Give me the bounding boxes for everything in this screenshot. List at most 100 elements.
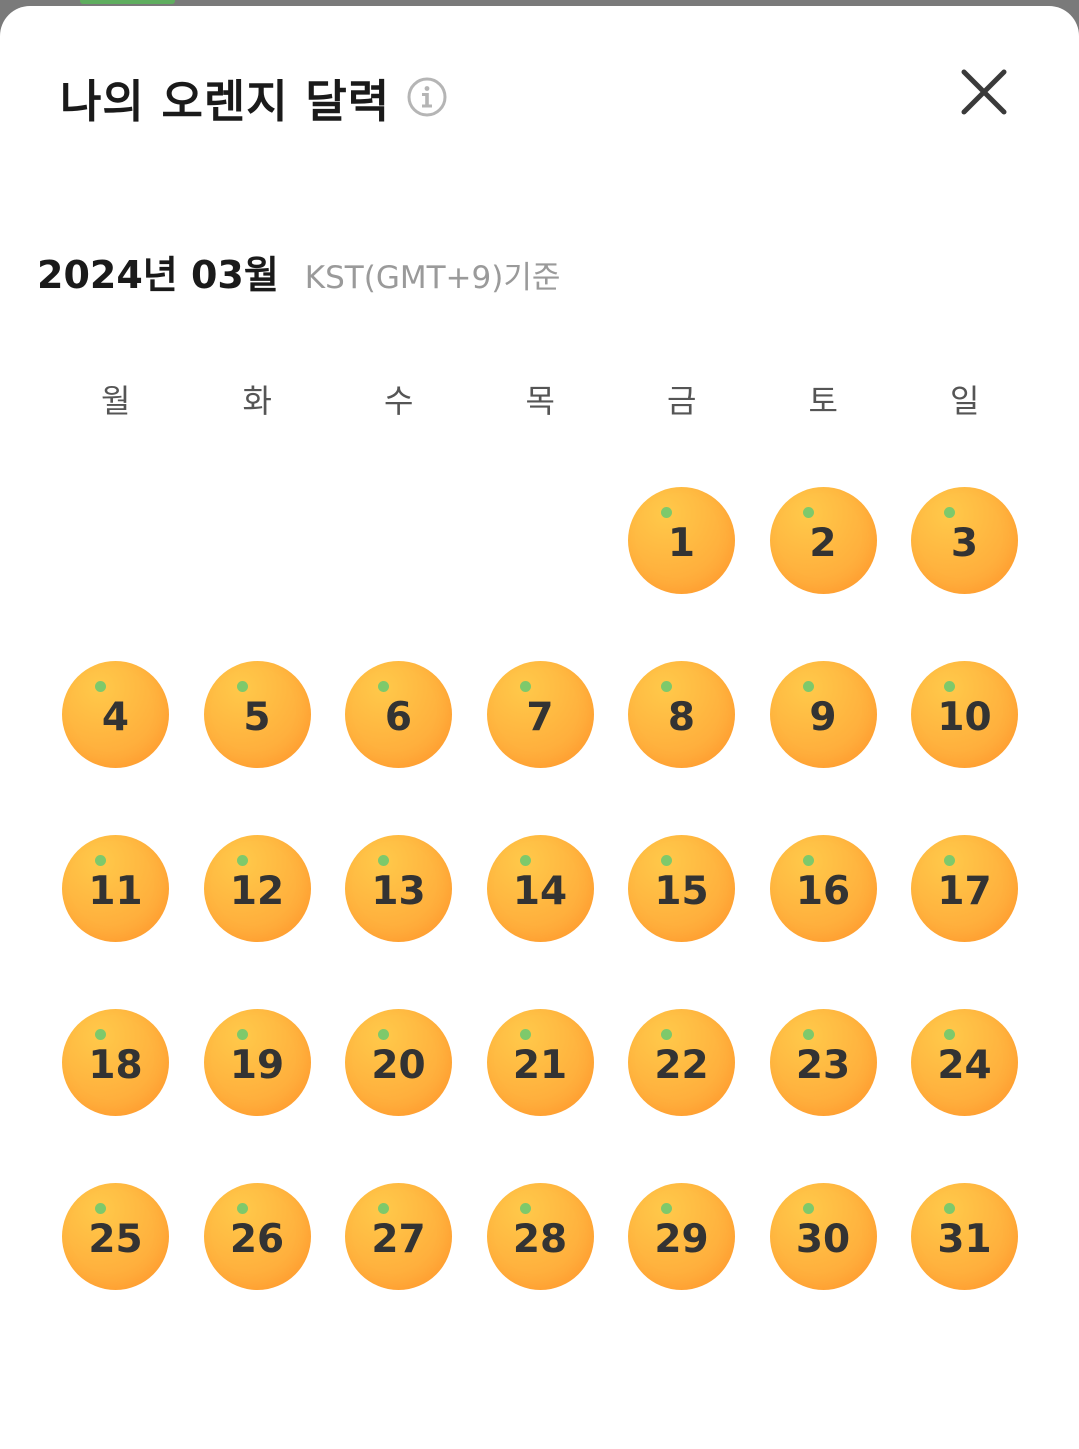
day-number: 10 [937,695,992,740]
leaf-dot-icon [378,1203,389,1214]
day-number: 26 [229,1217,285,1262]
leaf-dot-icon [236,681,248,692]
calendar-day-cell: 21 [470,1008,612,1182]
day-number: 1 [667,521,696,566]
orange-icon[interactable]: 6 [345,661,452,768]
weekday-thu: 목 [525,382,555,420]
leaf-dot-icon [944,681,955,692]
calendar-day-cell: 22 [611,1008,753,1182]
orange-icon[interactable]: 26 [203,1183,311,1290]
calendar-day-cell: 11 [45,834,187,1008]
day-number: 5 [243,695,271,740]
weekday-fri: 금 [667,382,697,420]
orange-icon[interactable]: 19 [203,1009,311,1116]
orange-icon[interactable]: 30 [769,1183,877,1290]
calendar-day-cell: 5 [187,660,329,834]
calendar-day-cell: 30 [753,1182,895,1356]
calendar-day-cell: 24 [894,1008,1036,1182]
leaf-dot-icon [519,1203,531,1214]
day-number: 31 [937,1217,992,1262]
orange-icon[interactable]: 14 [486,835,594,942]
weekday-wed: 수 [384,382,414,420]
orange-icon[interactable]: 1 [628,487,735,594]
leaf-dot-icon [236,855,248,866]
leaf-dot-icon [519,681,531,692]
day-number: 4 [101,695,130,740]
orange-icon[interactable]: 29 [628,1183,735,1290]
orange-icon[interactable]: 17 [911,835,1018,942]
orange-icon[interactable]: 8 [628,661,735,768]
orange-icon[interactable]: 2 [769,487,877,594]
leaf-dot-icon [236,1029,248,1040]
leaf-dot-icon [378,855,389,866]
day-number: 9 [809,695,837,740]
weekday-sat: 토 [808,382,838,420]
orange-icon[interactable]: 15 [628,835,735,942]
calendar-day-cell: 13 [328,834,470,1008]
leaf-dot-icon [944,507,955,518]
close-x-icon[interactable] [954,62,1014,122]
day-number: 21 [512,1043,568,1088]
day-number: 14 [512,869,568,914]
orange-icon[interactable]: 5 [203,661,311,768]
day-number: 2 [809,521,837,566]
calendar-day-cell: 29 [611,1182,753,1356]
day-number: 25 [88,1217,143,1262]
day-number: 29 [654,1217,709,1262]
orange-icon[interactable]: 10 [911,661,1018,768]
orange-icon[interactable]: 20 [345,1009,452,1116]
calendar-day-cell: 3 [894,486,1036,660]
orange-icon[interactable]: 23 [769,1009,877,1116]
leaf-dot-icon [378,681,389,692]
orange-icon[interactable]: 25 [62,1183,169,1290]
month-label: 2024년 03월 [37,253,279,297]
page-title: 나의 오렌지 달력 [60,74,391,128]
day-number: 7 [526,695,554,740]
day-number: 22 [654,1043,709,1088]
leaf-dot-icon [802,1029,814,1040]
calendar-day-cell: 7 [470,660,612,834]
leaf-dot-icon [944,855,955,866]
orange-icon[interactable]: 28 [486,1183,594,1290]
orange-icon[interactable]: 12 [203,835,311,942]
day-number: 27 [371,1217,426,1262]
day-number: 16 [795,869,851,914]
orange-icon[interactable]: 11 [62,835,169,942]
leaf-dot-icon [95,681,106,692]
day-number: 17 [937,869,992,914]
calendar-day-cell: 1 [611,486,753,660]
leaf-dot-icon [944,1029,955,1040]
day-number: 8 [667,695,696,740]
day-number: 30 [795,1217,851,1262]
leaf-dot-icon [519,1029,531,1040]
info-circle-icon[interactable] [406,76,448,118]
calendar-day-cell: 14 [470,834,612,1008]
orange-icon[interactable]: 4 [62,661,169,768]
orange-icon[interactable]: 21 [486,1009,594,1116]
calendar-day-cell: 6 [328,660,470,834]
orange-calendar-sheet: 나의 오렌지 달력 2024년 03월 KST(GMT+9)기준 월 화 수 목… [0,6,1079,1449]
leaf-dot-icon [802,855,814,866]
calendar-day-cell: 16 [753,834,895,1008]
leaf-dot-icon [95,855,106,866]
orange-icon[interactable]: 27 [345,1183,452,1290]
day-number: 13 [371,869,426,914]
orange-icon[interactable]: 13 [345,835,452,942]
orange-icon[interactable]: 22 [628,1009,735,1116]
leaf-dot-icon [661,507,672,518]
calendar-day-cell: 20 [328,1008,470,1182]
day-number: 6 [384,695,413,740]
weekday-sun: 일 [950,382,980,420]
calendar-day-cell: 28 [470,1182,612,1356]
orange-icon[interactable]: 16 [769,835,877,942]
calendar-day-cell: 2 [753,486,895,660]
orange-icon[interactable]: 24 [911,1009,1018,1116]
orange-icon[interactable]: 9 [769,661,877,768]
leaf-dot-icon [802,681,814,692]
orange-icon[interactable]: 7 [486,661,594,768]
orange-icon[interactable]: 18 [62,1009,169,1116]
calendar-day-cell: 23 [753,1008,895,1182]
orange-icon[interactable]: 31 [911,1183,1018,1290]
orange-icon[interactable]: 3 [911,487,1018,594]
empty-cell [187,486,329,660]
